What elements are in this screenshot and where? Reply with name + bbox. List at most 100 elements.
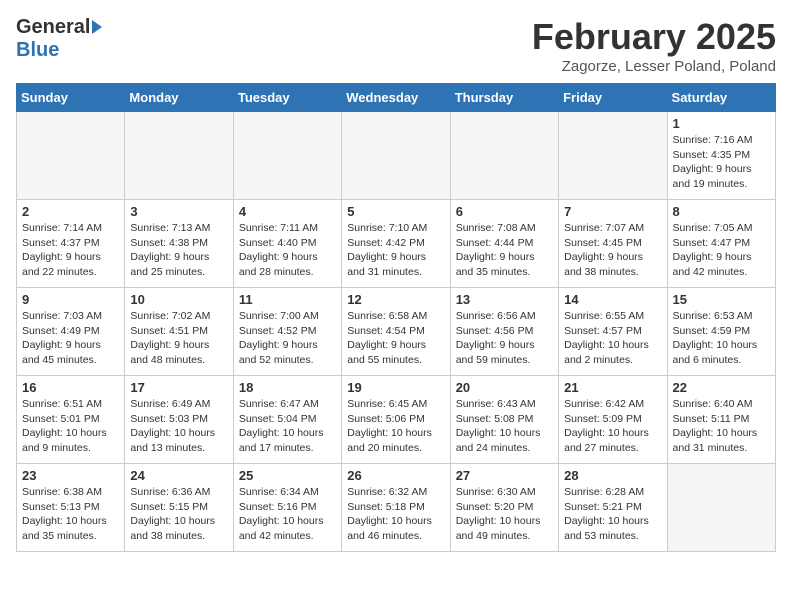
day-info: Sunrise: 7:16 AM Sunset: 4:35 PM Dayligh… xyxy=(673,133,770,192)
calendar-cell: 23 Sunrise: 6:38 AM Sunset: 5:13 PM Dayli… xyxy=(17,464,125,552)
calendar-table: SundayMondayTuesdayWednesdayThursdayFrid… xyxy=(16,83,776,552)
calendar-cell: 20Sunrise: 6:43 AM Sunset: 5:08 PM Dayli… xyxy=(450,376,558,464)
calendar-cell: 11 Sunrise: 7:00 AM Sunset: 4:52 PM Dayli… xyxy=(233,288,341,376)
calendar-cell: 26 Sunrise: 6:32 AM Sunset: 5:18 PM Dayli… xyxy=(342,464,450,552)
week-row-3: 9 Sunrise: 7:03 AM Sunset: 4:49 PM Daylig… xyxy=(17,288,776,376)
page-header: General Blue February 2025 Zagorze, Less… xyxy=(16,16,776,75)
calendar-cell: 27 Sunrise: 6:30 AM Sunset: 5:20 PM Dayli… xyxy=(450,464,558,552)
day-number: 22 xyxy=(673,380,770,395)
day-info: Sunrise: 6:32 AM Sunset: 5:18 PM Dayligh… xyxy=(347,485,444,544)
day-info: Sunrise: 7:08 AM Sunset: 4:44 PM Dayligh… xyxy=(456,221,553,280)
day-number: 18 xyxy=(239,380,336,395)
weekday-header-row: SundayMondayTuesdayWednesdayThursdayFrid… xyxy=(17,84,776,112)
day-number: 6 xyxy=(456,204,553,219)
day-info: Sunrise: 6:30 AM Sunset: 5:20 PM Dayligh… xyxy=(456,485,553,544)
calendar-cell xyxy=(342,112,450,200)
day-info: Sunrise: 6:28 AM Sunset: 5:21 PM Dayligh… xyxy=(564,485,661,544)
calendar-cell: 17 Sunrise: 6:49 AM Sunset: 5:03 PM Dayli… xyxy=(125,376,233,464)
weekday-header-tuesday: Tuesday xyxy=(233,84,341,112)
weekday-header-sunday: Sunday xyxy=(17,84,125,112)
day-number: 16 xyxy=(22,380,119,395)
day-number: 28 xyxy=(564,468,661,483)
day-number: 14 xyxy=(564,292,661,307)
weekday-header-friday: Friday xyxy=(559,84,667,112)
calendar-cell xyxy=(17,112,125,200)
day-info: Sunrise: 7:11 AM Sunset: 4:40 PM Dayligh… xyxy=(239,221,336,280)
day-info: Sunrise: 6:56 AM Sunset: 4:56 PM Dayligh… xyxy=(456,309,553,368)
calendar-cell: 15 Sunrise: 6:53 AM Sunset: 4:59 PM Dayli… xyxy=(667,288,775,376)
day-number: 24 xyxy=(130,468,227,483)
calendar-cell xyxy=(125,112,233,200)
day-number: 20 xyxy=(456,380,553,395)
calendar-cell: 25Sunrise: 6:34 AM Sunset: 5:16 PM Dayli… xyxy=(233,464,341,552)
day-info: Sunrise: 6:55 AM Sunset: 4:57 PM Dayligh… xyxy=(564,309,661,368)
calendar-cell: 10 Sunrise: 7:02 AM Sunset: 4:51 PM Dayli… xyxy=(125,288,233,376)
calendar-cell: 8 Sunrise: 7:05 AM Sunset: 4:47 PM Daylig… xyxy=(667,200,775,288)
calendar-cell: 2 Sunrise: 7:14 AM Sunset: 4:37 PM Daylig… xyxy=(17,200,125,288)
calendar-cell: 7Sunrise: 7:07 AM Sunset: 4:45 PM Daylig… xyxy=(559,200,667,288)
week-row-2: 2 Sunrise: 7:14 AM Sunset: 4:37 PM Daylig… xyxy=(17,200,776,288)
calendar-cell: 6 Sunrise: 7:08 AM Sunset: 4:44 PM Daylig… xyxy=(450,200,558,288)
day-number: 27 xyxy=(456,468,553,483)
day-number: 26 xyxy=(347,468,444,483)
calendar-cell xyxy=(667,464,775,552)
calendar-cell: 21 Sunrise: 6:42 AM Sunset: 5:09 PM Dayli… xyxy=(559,376,667,464)
day-info: Sunrise: 6:40 AM Sunset: 5:11 PM Dayligh… xyxy=(673,397,770,456)
day-number: 12 xyxy=(347,292,444,307)
calendar-cell: 28 Sunrise: 6:28 AM Sunset: 5:21 PM Dayli… xyxy=(559,464,667,552)
day-info: Sunrise: 7:07 AM Sunset: 4:45 PM Dayligh… xyxy=(564,221,661,280)
day-info: Sunrise: 7:03 AM Sunset: 4:49 PM Dayligh… xyxy=(22,309,119,368)
day-info: Sunrise: 7:14 AM Sunset: 4:37 PM Dayligh… xyxy=(22,221,119,280)
calendar-cell: 3 Sunrise: 7:13 AM Sunset: 4:38 PM Daylig… xyxy=(125,200,233,288)
logo-arrow-icon xyxy=(92,20,102,34)
day-number: 8 xyxy=(673,204,770,219)
day-info: Sunrise: 7:05 AM Sunset: 4:47 PM Dayligh… xyxy=(673,221,770,280)
day-info: Sunrise: 6:34 AM Sunset: 5:16 PM Dayligh… xyxy=(239,485,336,544)
day-info: Sunrise: 6:53 AM Sunset: 4:59 PM Dayligh… xyxy=(673,309,770,368)
day-number: 3 xyxy=(130,204,227,219)
calendar-cell: 13 Sunrise: 6:56 AM Sunset: 4:56 PM Dayli… xyxy=(450,288,558,376)
calendar-cell: 18 Sunrise: 6:47 AM Sunset: 5:04 PM Dayli… xyxy=(233,376,341,464)
calendar-cell: 14 Sunrise: 6:55 AM Sunset: 4:57 PM Dayli… xyxy=(559,288,667,376)
day-number: 17 xyxy=(130,380,227,395)
day-info: Sunrise: 7:02 AM Sunset: 4:51 PM Dayligh… xyxy=(130,309,227,368)
day-number: 21 xyxy=(564,380,661,395)
logo: General Blue xyxy=(16,16,102,62)
weekday-header-saturday: Saturday xyxy=(667,84,775,112)
day-number: 15 xyxy=(673,292,770,307)
weekday-header-thursday: Thursday xyxy=(450,84,558,112)
day-info: Sunrise: 6:36 AM Sunset: 5:15 PM Dayligh… xyxy=(130,485,227,544)
weekday-header-monday: Monday xyxy=(125,84,233,112)
month-title: February 2025 xyxy=(532,16,776,58)
logo-blue-text: Blue xyxy=(16,39,59,62)
week-row-4: 16Sunrise: 6:51 AM Sunset: 5:01 PM Dayli… xyxy=(17,376,776,464)
day-info: Sunrise: 6:58 AM Sunset: 4:54 PM Dayligh… xyxy=(347,309,444,368)
calendar-cell: 24 Sunrise: 6:36 AM Sunset: 5:15 PM Dayli… xyxy=(125,464,233,552)
weekday-header-wednesday: Wednesday xyxy=(342,84,450,112)
day-number: 5 xyxy=(347,204,444,219)
calendar-cell: 5 Sunrise: 7:10 AM Sunset: 4:42 PM Daylig… xyxy=(342,200,450,288)
day-info: Sunrise: 6:47 AM Sunset: 5:04 PM Dayligh… xyxy=(239,397,336,456)
calendar-cell: 4 Sunrise: 7:11 AM Sunset: 4:40 PM Daylig… xyxy=(233,200,341,288)
calendar-cell: 9 Sunrise: 7:03 AM Sunset: 4:49 PM Daylig… xyxy=(17,288,125,376)
day-info: Sunrise: 6:49 AM Sunset: 5:03 PM Dayligh… xyxy=(130,397,227,456)
day-number: 13 xyxy=(456,292,553,307)
day-info: Sunrise: 7:10 AM Sunset: 4:42 PM Dayligh… xyxy=(347,221,444,280)
day-info: Sunrise: 7:00 AM Sunset: 4:52 PM Dayligh… xyxy=(239,309,336,368)
day-number: 2 xyxy=(22,204,119,219)
calendar-cell: 1 Sunrise: 7:16 AM Sunset: 4:35 PM Daylig… xyxy=(667,112,775,200)
day-info: Sunrise: 6:38 AM Sunset: 5:13 PM Dayligh… xyxy=(22,485,119,544)
day-number: 1 xyxy=(673,116,770,131)
day-info: Sunrise: 6:42 AM Sunset: 5:09 PM Dayligh… xyxy=(564,397,661,456)
calendar-cell: 12 Sunrise: 6:58 AM Sunset: 4:54 PM Dayli… xyxy=(342,288,450,376)
day-number: 23 xyxy=(22,468,119,483)
day-number: 4 xyxy=(239,204,336,219)
calendar-cell xyxy=(450,112,558,200)
day-info: Sunrise: 7:13 AM Sunset: 4:38 PM Dayligh… xyxy=(130,221,227,280)
calendar-cell xyxy=(233,112,341,200)
location-text: Zagorze, Lesser Poland, Poland xyxy=(532,58,776,75)
day-number: 10 xyxy=(130,292,227,307)
day-number: 11 xyxy=(239,292,336,307)
day-number: 9 xyxy=(22,292,119,307)
title-section: February 2025 Zagorze, Lesser Poland, Po… xyxy=(532,16,776,75)
